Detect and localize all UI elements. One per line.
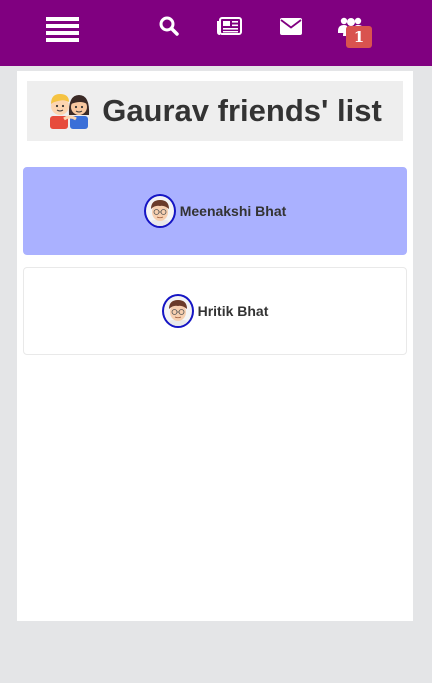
friends-couple-icon [48, 89, 90, 134]
hamburger-menu-icon[interactable] [46, 17, 80, 44]
avatar [161, 294, 194, 328]
newspaper-icon[interactable] [216, 14, 242, 38]
friend-requests-badge[interactable]: 1 [346, 26, 372, 48]
friend-item-meenakshi-bhat[interactable]: Meenakshi Bhat [23, 167, 407, 255]
avatar [143, 194, 176, 228]
friend-name: Hritik Bhat [197, 303, 269, 319]
friend-item-hritik-bhat[interactable]: Hritik Bhat [23, 267, 407, 355]
envelope-icon[interactable] [278, 14, 304, 38]
search-icon[interactable] [156, 14, 182, 38]
top-navbar: 1 [0, 0, 432, 66]
friend-name: Meenakshi Bhat [179, 203, 287, 219]
page-title: Gaurav friends' list [27, 81, 403, 141]
page-title-text: Gaurav friends' list [102, 93, 382, 128]
